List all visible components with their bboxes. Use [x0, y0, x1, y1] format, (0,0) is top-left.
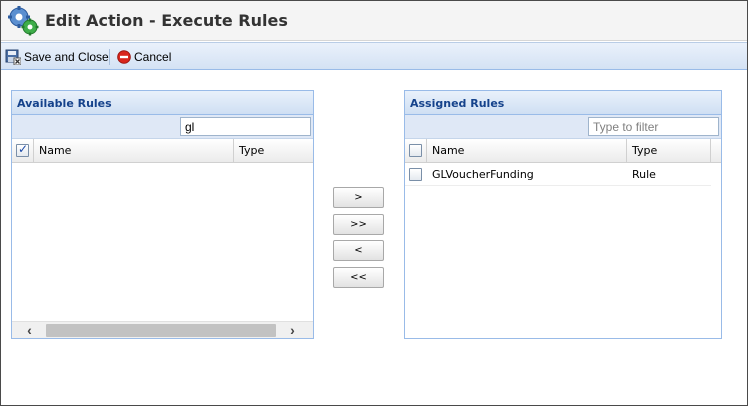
table-row[interactable]: GLVoucherFunding Rule [405, 164, 711, 186]
available-select-all-cell [12, 139, 34, 162]
available-filter-bar [12, 115, 313, 139]
scroll-right-icon[interactable]: › [284, 322, 301, 339]
assigned-rules-title: Assigned Rules [405, 91, 721, 115]
toolbar-separator [109, 49, 110, 65]
scroll-left-icon[interactable]: ‹ [21, 322, 38, 339]
add-selected-button[interactable]: > [333, 187, 384, 208]
save-and-close-label: Save and Close [24, 50, 109, 64]
assigned-rules-panel: Assigned Rules Name Type GLVoucherFundin… [404, 90, 722, 339]
available-type-column-header[interactable]: Type [234, 139, 313, 162]
available-name-column-header[interactable]: Name [34, 139, 234, 162]
cancel-button[interactable]: Cancel [117, 47, 171, 67]
toolbar: Save and Close Cancel [1, 42, 747, 70]
assigned-name-column-header[interactable]: Name [427, 139, 627, 162]
remove-selected-button[interactable]: < [333, 240, 384, 261]
available-grid-header: Name Type [12, 139, 313, 163]
rule-type-cell: Rule [632, 168, 656, 181]
assigned-select-all-cell [405, 139, 427, 162]
assigned-select-all-checkbox[interactable] [409, 144, 422, 157]
cancel-label: Cancel [134, 50, 172, 64]
save-close-icon [5, 49, 21, 65]
available-select-all-checkbox[interactable] [16, 142, 29, 157]
available-rules-panel: Available Rules Name Type ‹ › [11, 90, 314, 339]
title-bar: Edit Action - Execute Rules [1, 1, 747, 41]
cancel-icon [117, 50, 131, 64]
available-horizontal-scrollbar[interactable]: ‹ › [12, 321, 313, 338]
assigned-filter-input[interactable] [588, 117, 719, 136]
save-and-close-button[interactable]: Save and Close [5, 47, 109, 67]
available-rules-title: Available Rules [12, 91, 313, 115]
edit-action-window: Edit Action - Execute Rules Save and Clo… [0, 0, 748, 406]
assigned-type-column-header[interactable]: Type [627, 139, 711, 162]
window-title: Edit Action - Execute Rules [45, 11, 288, 30]
assigned-grid-header: Name Type [405, 139, 721, 163]
add-all-button[interactable]: >> [333, 214, 384, 235]
available-filter-input[interactable] [180, 117, 311, 136]
rule-name-cell: GLVoucherFunding [432, 168, 534, 181]
assigned-filter-bar [405, 115, 721, 139]
row-checkbox[interactable] [409, 168, 422, 181]
gears-icon [8, 6, 39, 36]
remove-all-button[interactable]: << [333, 267, 384, 288]
scroll-thumb[interactable] [46, 324, 276, 337]
